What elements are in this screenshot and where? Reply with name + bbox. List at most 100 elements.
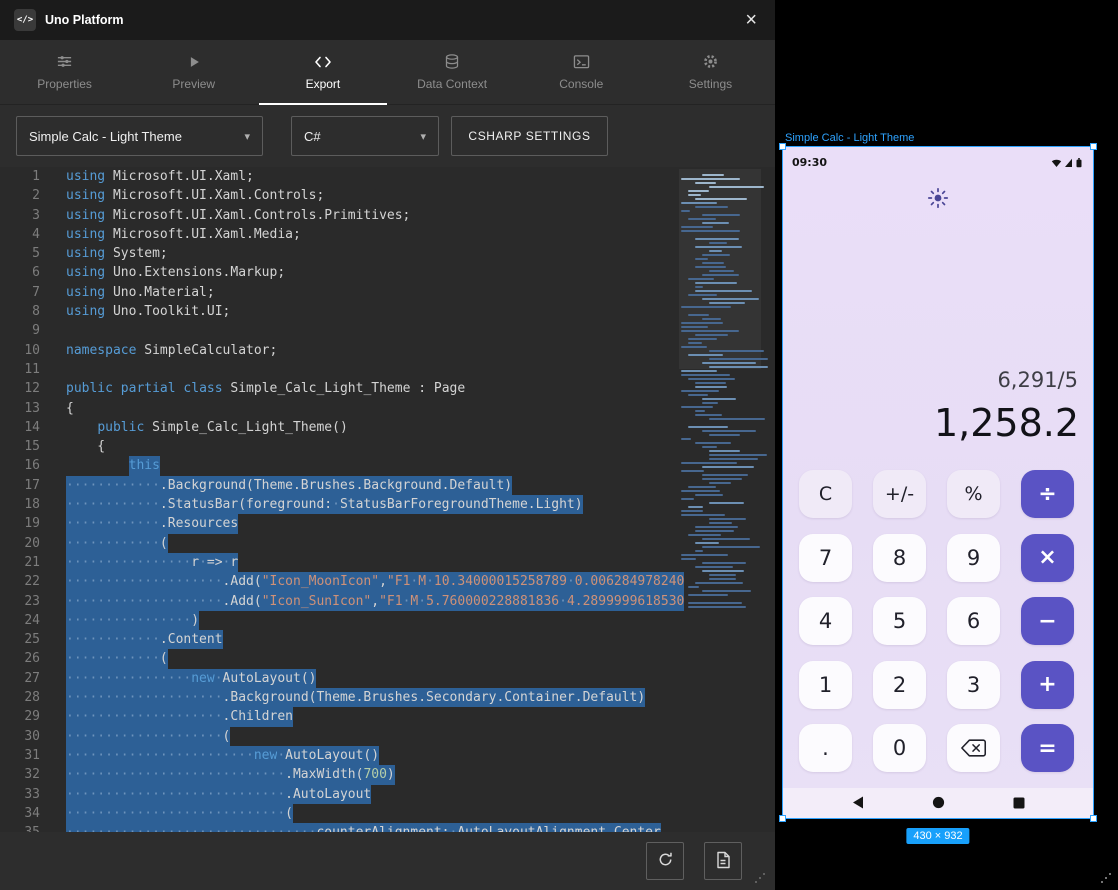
line-number: 14 <box>0 418 40 437</box>
component-dropdown[interactable]: Simple Calc - Light Theme ▾ <box>16 116 263 156</box>
code-line[interactable]: 16 this <box>0 456 775 475</box>
code-line[interactable]: 31························new·AutoLayout… <box>0 746 775 765</box>
key-9[interactable]: 9 <box>947 534 1000 582</box>
selection-handle[interactable] <box>779 143 786 150</box>
key-4[interactable]: 4 <box>799 597 852 645</box>
code-line[interactable]: 22····················.Add("Icon_MoonIco… <box>0 572 775 591</box>
code-line[interactable]: 7using Uno.Material; <box>0 283 775 302</box>
chevron-down-icon: ▾ <box>244 130 250 143</box>
tab-preview[interactable]: Preview <box>129 40 258 104</box>
code-line[interactable]: 5using System; <box>0 244 775 263</box>
key-plus-minus[interactable]: +/- <box>873 470 926 518</box>
line-number: 16 <box>0 456 40 475</box>
code-line[interactable]: 33····························.AutoLayou… <box>0 785 775 804</box>
csharp-settings-button[interactable]: CSHARP SETTINGS <box>451 116 608 156</box>
code-line[interactable]: 26············( <box>0 649 775 668</box>
code-line[interactable]: 24················) <box>0 611 775 630</box>
code-line[interactable]: 10namespace SimpleCalculator; <box>0 341 775 360</box>
key-0[interactable]: 0 <box>873 724 926 772</box>
code-line[interactable]: 14 public Simple_Calc_Light_Theme() <box>0 418 775 437</box>
tab-settings[interactable]: Settings <box>646 40 775 104</box>
play-icon <box>186 54 202 70</box>
panel-resize-grip[interactable] <box>753 871 767 885</box>
language-dropdown[interactable]: C# ▾ <box>291 116 439 156</box>
key-percent[interactable]: % <box>947 470 1000 518</box>
code-line[interactable]: 30····················( <box>0 727 775 746</box>
code-line[interactable]: 3using Microsoft.UI.Xaml.Controls.Primit… <box>0 206 775 225</box>
home-icon[interactable] <box>932 794 945 813</box>
selection-handle[interactable] <box>1090 815 1097 822</box>
editor-minimap[interactable] <box>681 170 759 610</box>
code-line[interactable]: 1using Microsoft.UI.Xaml; <box>0 167 775 186</box>
key-add[interactable]: + <box>1021 661 1074 709</box>
key-subtract[interactable]: − <box>1021 597 1074 645</box>
uno-logo-icon: </> <box>14 9 36 31</box>
export-file-icon <box>715 851 731 872</box>
line-number: 10 <box>0 341 40 360</box>
frame-label[interactable]: Simple Calc - Light Theme <box>785 132 914 144</box>
title-bar: </> Uno Platform × <box>0 0 775 40</box>
key-3[interactable]: 3 <box>947 661 1000 709</box>
key-divide[interactable]: ÷ <box>1021 470 1074 518</box>
code-line[interactable]: 6using Uno.Extensions.Markup; <box>0 263 775 282</box>
refresh-button[interactable] <box>646 842 684 880</box>
recents-icon[interactable] <box>1013 794 1025 813</box>
code-line[interactable]: 20············( <box>0 534 775 553</box>
key-decimal[interactable]: . <box>799 724 852 772</box>
code-lines[interactable]: 1using Microsoft.UI.Xaml;2using Microsof… <box>0 167 775 832</box>
tab-console[interactable]: Console <box>517 40 646 104</box>
code-line[interactable]: 15 { <box>0 437 775 456</box>
code-line[interactable]: 17············.Background(Theme.Brushes.… <box>0 476 775 495</box>
code-line[interactable]: 27················new·AutoLayout() <box>0 669 775 688</box>
phone-frame[interactable]: 09:30 6,291/5 1,258.2 C+/-%÷789×456−123+… <box>783 147 1093 818</box>
key-2[interactable]: 2 <box>873 661 926 709</box>
component-dropdown-value: Simple Calc - Light Theme <box>29 129 182 144</box>
code-line[interactable]: 13{ <box>0 399 775 418</box>
code-line[interactable]: 2using Microsoft.UI.Xaml.Controls; <box>0 186 775 205</box>
code-line[interactable]: 29····················.Children <box>0 707 775 726</box>
selection-handle[interactable] <box>779 815 786 822</box>
line-number: 8 <box>0 302 40 321</box>
code-line[interactable]: 34····························( <box>0 804 775 823</box>
key-7[interactable]: 7 <box>799 534 852 582</box>
code-line[interactable]: 4using Microsoft.UI.Xaml.Media; <box>0 225 775 244</box>
code-line[interactable]: 25············.Content <box>0 630 775 649</box>
code-line[interactable]: 12public partial class Simple_Calc_Light… <box>0 379 775 398</box>
code-editor[interactable]: 1using Microsoft.UI.Xaml;2using Microsof… <box>0 167 775 832</box>
theme-toggle-sun-icon[interactable] <box>927 187 949 213</box>
line-number: 20 <box>0 534 40 553</box>
selection-handle[interactable] <box>1090 143 1097 150</box>
code-line[interactable]: 19············.Resources <box>0 514 775 533</box>
tab-properties[interactable]: Properties <box>0 40 129 104</box>
line-number: 15 <box>0 437 40 456</box>
code-line[interactable]: 9 <box>0 321 775 340</box>
key-6[interactable]: 6 <box>947 597 1000 645</box>
line-number: 27 <box>0 669 40 688</box>
window-resize-grip[interactable] <box>1099 871 1113 885</box>
code-line[interactable]: 21················r·=>·r <box>0 553 775 572</box>
key-1[interactable]: 1 <box>799 661 852 709</box>
code-line[interactable]: 32····························.MaxWidth(… <box>0 765 775 784</box>
key-5[interactable]: 5 <box>873 597 926 645</box>
tab-data-context[interactable]: Data Context <box>388 40 517 104</box>
key-clear[interactable]: C <box>799 470 852 518</box>
line-number: 2 <box>0 186 40 205</box>
export-file-button[interactable] <box>704 842 742 880</box>
code-line[interactable]: 35································counte… <box>0 823 775 832</box>
code-line[interactable]: 8using Uno.Toolkit.UI; <box>0 302 775 321</box>
key-backspace[interactable] <box>947 724 1000 772</box>
figma-canvas[interactable]: Simple Calc - Light Theme 09:30 6,291/5 … <box>775 0 1118 890</box>
back-icon[interactable] <box>852 794 864 813</box>
code-line[interactable]: 18············.StatusBar(foreground:·Sta… <box>0 495 775 514</box>
code-line[interactable]: 23····················.Add("Icon_SunIcon… <box>0 592 775 611</box>
key-8[interactable]: 8 <box>873 534 926 582</box>
line-number: 19 <box>0 514 40 533</box>
key-multiply[interactable]: × <box>1021 534 1074 582</box>
android-nav-bar <box>783 788 1093 818</box>
code-line[interactable]: 28····················.Background(Theme.… <box>0 688 775 707</box>
close-icon[interactable]: × <box>741 10 761 30</box>
code-line[interactable]: 11 <box>0 360 775 379</box>
window-title: Uno Platform <box>45 13 123 27</box>
key-equals[interactable]: = <box>1021 724 1074 772</box>
tab-export[interactable]: Export <box>258 40 387 104</box>
